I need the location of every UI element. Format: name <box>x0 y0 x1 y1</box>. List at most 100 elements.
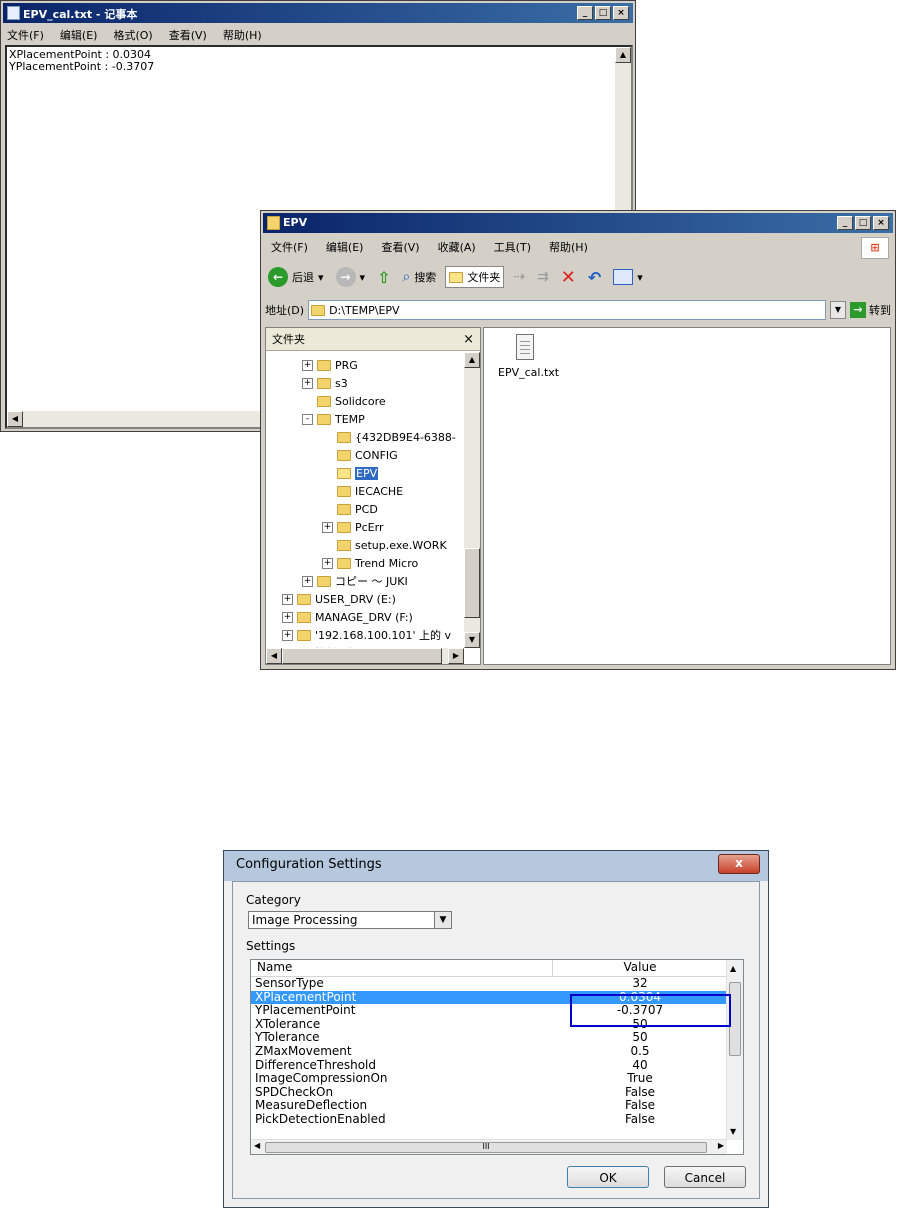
setting-value[interactable]: False <box>553 1099 727 1112</box>
table-row[interactable]: MeasureDeflection False <box>251 1099 727 1112</box>
dropdown-arrow-icon[interactable]: ▾ <box>637 271 643 284</box>
copy-to-button[interactable]: ⇉ <box>534 267 552 287</box>
tree-item[interactable]: setup.exe.WORK <box>322 536 447 554</box>
expand-icon[interactable]: + <box>302 359 313 371</box>
undo-button[interactable]: ↶ <box>585 266 604 289</box>
tree-item[interactable]: + USER_DRV (E:) <box>282 590 396 608</box>
explorer-title-bar[interactable]: EPV _ □ × <box>263 213 893 233</box>
expand-icon[interactable]: + <box>282 629 293 641</box>
tree-vertical-scrollbar[interactable]: ▲ ▼ <box>464 352 480 648</box>
minimize-button[interactable]: _ <box>837 216 853 230</box>
expand-icon[interactable]: + <box>322 557 333 569</box>
tree-item[interactable]: PCD <box>322 500 378 518</box>
tree-item[interactable]: Solidcore <box>302 392 386 410</box>
setting-value[interactable]: False <box>553 1085 727 1099</box>
minimize-button[interactable]: _ <box>577 6 593 20</box>
scroll-up-icon[interactable]: ▲ <box>464 352 480 368</box>
menu-help[interactable]: 帮助(H) <box>221 25 264 43</box>
expand-icon[interactable]: + <box>302 377 313 389</box>
expand-icon[interactable]: + <box>282 611 293 623</box>
close-pane-icon[interactable]: × <box>463 332 474 347</box>
tree-item[interactable]: + MANAGE_DRV (F:) <box>282 608 413 626</box>
close-button[interactable]: × <box>613 6 629 20</box>
dropdown-arrow-icon[interactable]: ▾ <box>360 271 366 284</box>
table-row[interactable]: ImageCompressionOn True <box>251 1072 727 1085</box>
tree-item[interactable]: IECACHE <box>322 482 403 500</box>
up-folder-button[interactable]: ⇧ <box>374 266 393 289</box>
tree-item[interactable]: + Trend Micro <box>322 554 418 572</box>
tree-item[interactable]: + '192.168.100.101' 上的 v <box>282 626 451 644</box>
scroll-thumb[interactable]: III <box>265 1142 707 1153</box>
menu-edit[interactable]: 编辑(E) <box>324 237 366 255</box>
setting-value[interactable]: 40 <box>553 1058 727 1072</box>
menu-file[interactable]: 文件(F) <box>5 25 46 43</box>
delete-button[interactable]: ✕ <box>558 265 579 290</box>
name-column-header[interactable]: Name <box>251 960 553 976</box>
menu-file[interactable]: 文件(F) <box>269 237 310 255</box>
search-button[interactable]: ⌕ 搜索 <box>399 267 439 287</box>
maximize-button[interactable]: □ <box>855 216 871 230</box>
folders-button[interactable]: 文件夹 <box>445 266 505 288</box>
category-select[interactable]: Image Processing ▼ <box>248 911 452 929</box>
setting-value[interactable]: 32 <box>553 977 727 990</box>
notepad-title-bar[interactable]: EPV_cal.txt - 记事本 _ □ × <box>3 3 633 23</box>
table-row[interactable]: SensorType 32 <box>251 977 727 990</box>
back-button[interactable]: ← 后退 ▾ <box>265 265 327 289</box>
scroll-down-icon[interactable]: ▼ <box>730 1127 736 1136</box>
table-row[interactable]: YTolerance 50 <box>251 1031 727 1044</box>
close-button[interactable]: x <box>718 854 760 874</box>
table-row[interactable]: PickDetectionEnabled False <box>251 1113 727 1126</box>
menu-format[interactable]: 格式(O) <box>111 25 154 43</box>
table-row[interactable]: SPDCheckOn False <box>251 1085 727 1099</box>
tree-item[interactable]: + PcErr <box>322 518 383 536</box>
menu-tools[interactable]: 工具(T) <box>492 237 533 255</box>
scroll-right-icon[interactable]: ▶ <box>448 648 464 664</box>
scroll-down-icon[interactable]: ▼ <box>464 632 480 648</box>
table-row[interactable]: ZMaxMovement 0.5 <box>251 1045 727 1058</box>
grid-horizontal-scrollbar[interactable]: ◀ III ▶ <box>251 1139 727 1154</box>
menu-view[interactable]: 查看(V) <box>379 237 421 255</box>
text-file-icon[interactable] <box>516 334 534 360</box>
collapse-icon[interactable]: - <box>302 413 313 425</box>
close-button[interactable]: × <box>873 216 889 230</box>
move-to-button[interactable]: ⇢ <box>510 267 528 287</box>
views-button[interactable]: ▾ <box>610 267 646 287</box>
scroll-up-icon[interactable]: ▲ <box>615 47 631 63</box>
tree-horizontal-scrollbar[interactable]: ◀ ▶ <box>266 648 464 664</box>
expand-icon[interactable]: + <box>282 593 293 605</box>
tree-item[interactable]: - TEMP <box>302 410 365 428</box>
menu-view[interactable]: 查看(V) <box>167 25 209 43</box>
scroll-thumb[interactable] <box>282 648 442 664</box>
expand-icon[interactable]: + <box>302 575 313 587</box>
chevron-down-icon[interactable]: ▼ <box>434 912 451 928</box>
menu-help[interactable]: 帮助(H) <box>547 237 590 255</box>
setting-value[interactable]: False <box>553 1113 727 1126</box>
tree-item[interactable]: + PRG <box>302 356 358 374</box>
grid-vertical-scrollbar[interactable]: ▲ ▼ <box>726 960 743 1140</box>
tree-item[interactable]: EPV <box>322 464 379 482</box>
scroll-left-icon[interactable]: ◀ <box>7 411 23 427</box>
tree-item[interactable]: + コピー ～ JUKI <box>302 572 408 590</box>
cancel-button[interactable]: Cancel <box>664 1166 746 1188</box>
scroll-thumb[interactable] <box>464 548 480 618</box>
setting-value[interactable]: 0.5 <box>553 1045 727 1058</box>
tree-item[interactable]: + s3 <box>302 374 348 392</box>
menu-favorites[interactable]: 收藏(A) <box>436 237 478 255</box>
address-dropdown-button[interactable]: ▼ <box>830 301 846 319</box>
scroll-up-icon[interactable]: ▲ <box>730 964 736 973</box>
setting-value[interactable]: True <box>553 1072 727 1085</box>
ok-button[interactable]: OK <box>567 1166 649 1188</box>
go-button[interactable]: → 转到 <box>850 302 891 318</box>
address-field[interactable]: D:\TEMP\EPV <box>308 300 826 320</box>
expand-icon[interactable]: + <box>322 521 333 533</box>
value-column-header[interactable]: Value <box>553 960 727 976</box>
dropdown-arrow-icon[interactable]: ▾ <box>318 271 324 284</box>
maximize-button[interactable]: □ <box>595 6 611 20</box>
tree-item[interactable]: {432DB9E4-6388- <box>322 428 456 446</box>
scroll-left-icon[interactable]: ◀ <box>266 648 282 664</box>
menu-edit[interactable]: 编辑(E) <box>58 25 100 43</box>
forward-button[interactable]: → ▾ <box>333 265 369 289</box>
tree-item[interactable]: CONFIG <box>322 446 398 464</box>
scroll-right-icon[interactable]: ▶ <box>718 1141 724 1150</box>
scroll-left-icon[interactable]: ◀ <box>254 1141 260 1150</box>
